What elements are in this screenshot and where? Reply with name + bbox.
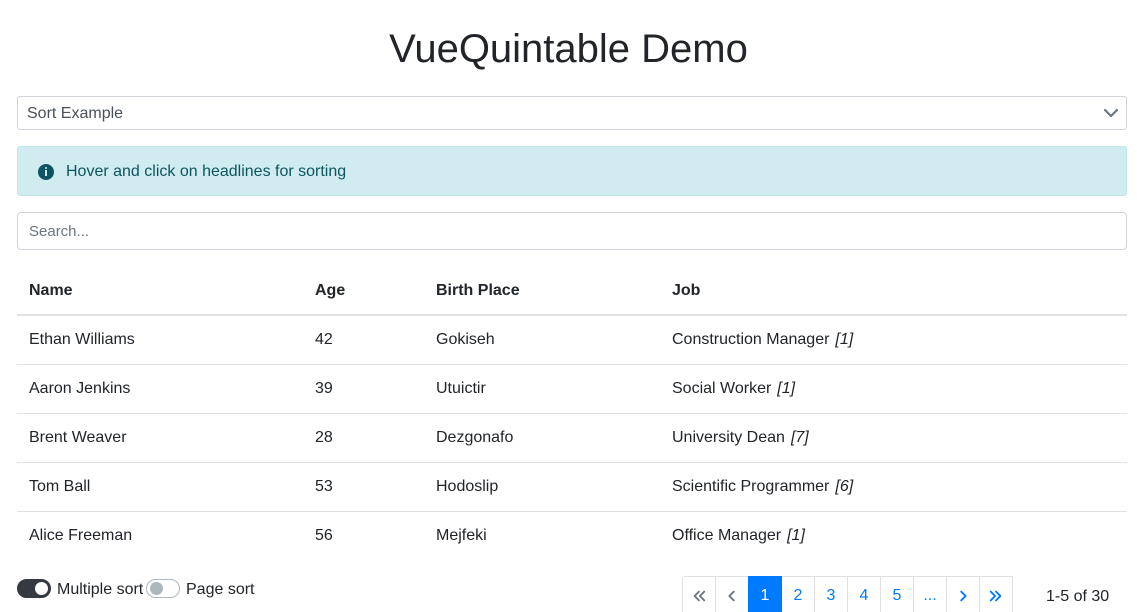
- page-title: VueQuintable Demo: [389, 27, 748, 71]
- page-button-1[interactable]: 1: [748, 576, 782, 612]
- multiple-sort-switch-knob: [35, 582, 48, 595]
- first-page-button[interactable]: [682, 576, 716, 612]
- example-select-value: Sort Example: [27, 105, 124, 122]
- data-table: Name Age Birth Place Job Ethan Williams …: [17, 267, 1127, 560]
- page-button-5[interactable]: 5: [880, 576, 914, 612]
- cell-job: Social Worker [1]: [660, 364, 1127, 414]
- page-sort-toggle[interactable]: Page sort: [146, 578, 256, 598]
- job-title: Social Worker: [672, 379, 772, 397]
- cell-birth-place: Hodoslip: [424, 462, 660, 512]
- cell-age: 42: [303, 315, 424, 365]
- alert-text: Hover and click on headlines for sorting: [66, 163, 347, 180]
- page-sort-label: Page sort: [186, 581, 255, 598]
- job-title: Scientific Programmer: [672, 477, 830, 495]
- cell-job: University Dean [7]: [660, 413, 1127, 463]
- page-ellipsis-button[interactable]: ...: [913, 576, 947, 612]
- page-button-4[interactable]: 4: [847, 576, 881, 612]
- cell-birth-place: Utuictir: [424, 364, 660, 414]
- cell-job: Scientific Programmer [6]: [660, 462, 1127, 512]
- column-header-age[interactable]: Age: [303, 267, 424, 316]
- chevron-down-icon: [1103, 108, 1119, 118]
- cell-birth-place: Mejfeki: [436, 526, 487, 544]
- job-reference: [1]: [787, 526, 805, 544]
- prev-page-button[interactable]: [715, 576, 749, 612]
- multiple-sort-toggle[interactable]: Multiple sort: [17, 578, 147, 598]
- cell-name: Tom Ball: [17, 462, 303, 512]
- cell-name: Brent Weaver: [17, 413, 303, 463]
- cell-job: Construction Manager [1]: [660, 315, 1127, 365]
- page-button-3[interactable]: 3: [814, 576, 848, 612]
- table-row: Aaron Jenkins 39 Utuictir Social Worker […: [17, 364, 1127, 414]
- cell-birth-place: Dezgonafo: [424, 413, 660, 463]
- pagination: 1 2 3 4 5 ...: [682, 576, 1013, 612]
- cell-age: 28: [303, 413, 424, 463]
- pagination-status: 1-5 of 30: [1046, 588, 1110, 605]
- job-title: University Dean: [672, 428, 785, 446]
- job-reference: [7]: [790, 428, 809, 446]
- job-reference: [6]: [835, 477, 854, 495]
- last-page-button[interactable]: [979, 576, 1013, 612]
- cell-name: Ethan Williams: [17, 315, 303, 365]
- job-title: Construction Manager: [672, 330, 830, 348]
- cell-name: Alice Freeman: [29, 526, 133, 544]
- column-header-name[interactable]: Name: [17, 267, 303, 316]
- table-row: Brent Weaver 28 Dezgonafo University Dea…: [17, 413, 1127, 463]
- chevron-right-icon: [960, 590, 967, 602]
- cell-age: 56: [315, 526, 333, 544]
- info-circle-icon: [38, 164, 54, 180]
- column-header-birth-place[interactable]: Birth Place: [424, 267, 660, 316]
- page-button-2[interactable]: 2: [781, 576, 815, 612]
- cell-birth-place: Gokiseh: [424, 315, 660, 365]
- table-header-row: Name Age Birth Place Job: [17, 267, 1127, 316]
- cell-name: Aaron Jenkins: [17, 364, 303, 414]
- cell-age: 53: [303, 462, 424, 512]
- table-row: Tom Ball 53 Hodoslip Scientific Programm…: [17, 462, 1127, 512]
- search-input[interactable]: [17, 212, 1127, 250]
- job-reference: [1]: [777, 379, 796, 397]
- info-alert: Hover and click on headlines for sorting: [17, 146, 1127, 196]
- double-chevron-left-icon: [693, 590, 706, 602]
- table-row: Ethan Williams 42 Gokiseh Construction M…: [17, 315, 1127, 365]
- cell-age: 39: [303, 364, 424, 414]
- example-select[interactable]: Sort Example: [17, 96, 1127, 130]
- multiple-sort-label: Multiple sort: [57, 581, 144, 598]
- double-chevron-right-icon: [989, 590, 1002, 602]
- table-row: Alice Freeman 56 Mejfeki Office Manager […: [17, 511, 1127, 560]
- next-page-button[interactable]: [946, 576, 980, 612]
- page-sort-switch-knob: [150, 582, 163, 595]
- column-header-job[interactable]: Job: [660, 267, 1127, 316]
- job-title: Office Manager: [672, 526, 782, 544]
- cell-job: Office Manager [1]: [660, 511, 1127, 560]
- job-reference: [1]: [835, 330, 854, 348]
- chevron-left-icon: [728, 590, 735, 602]
